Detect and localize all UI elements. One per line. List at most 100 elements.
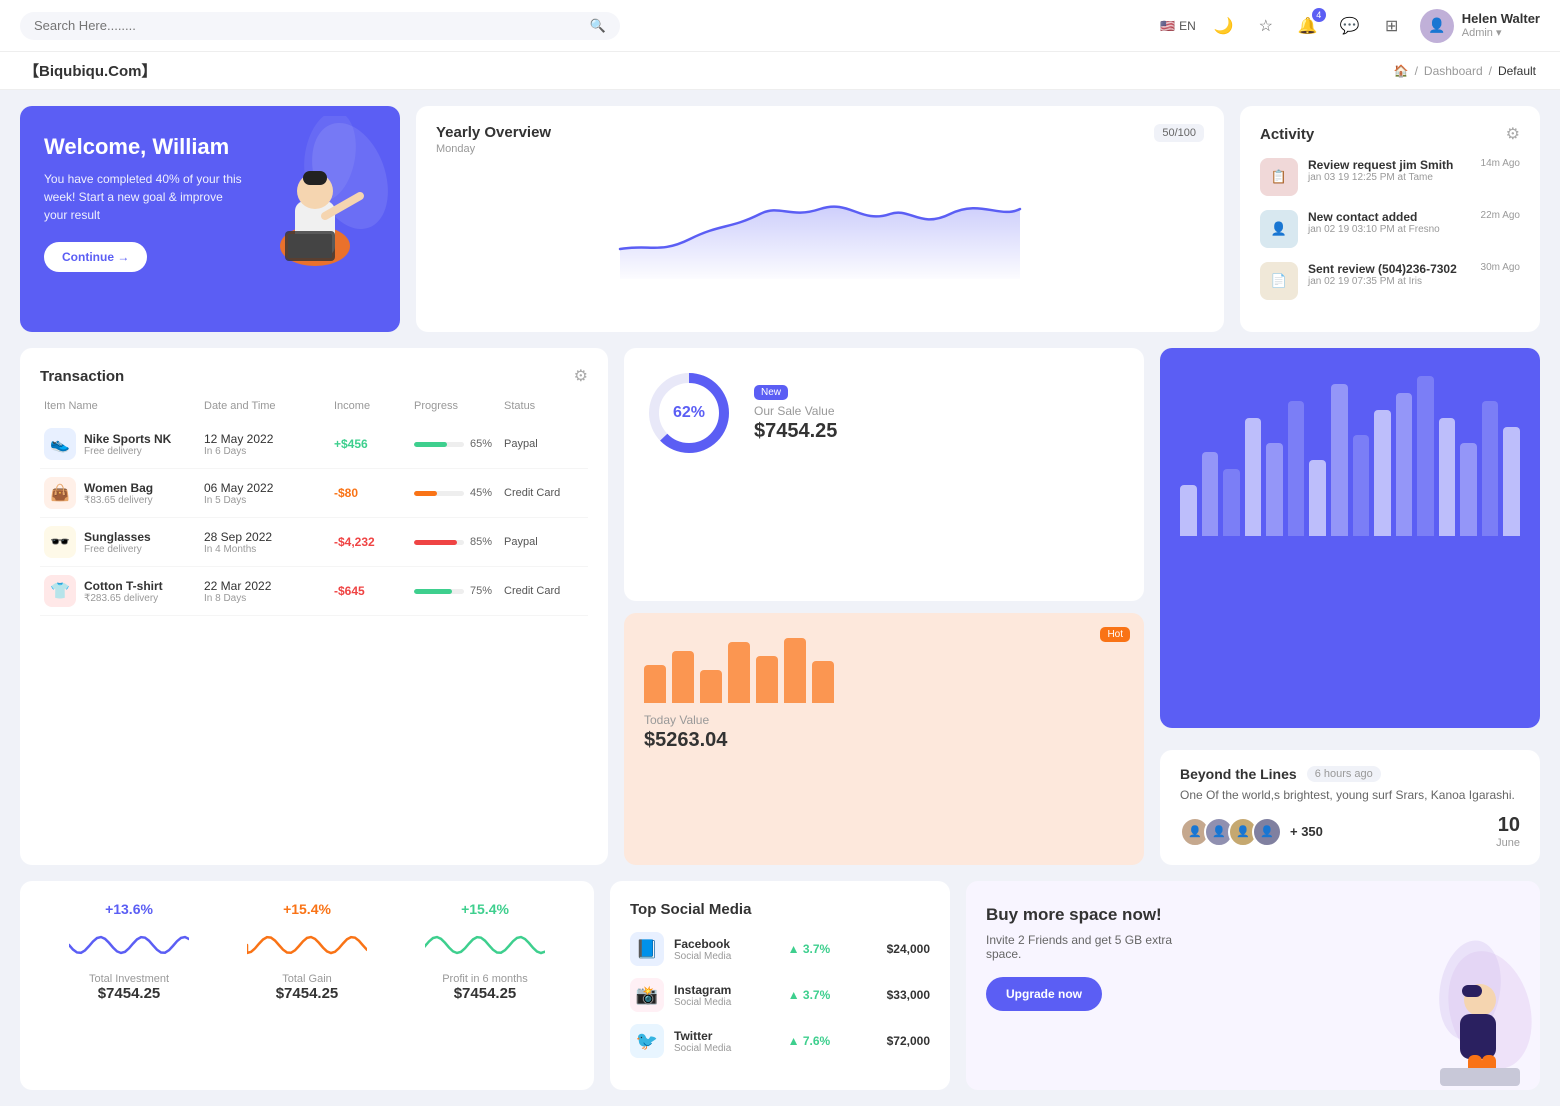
activity-detail: jan 02 19 03:10 PM at Fresno bbox=[1308, 224, 1471, 235]
yearly-badge: 50/100 bbox=[1154, 124, 1204, 142]
continue-button[interactable]: Continue → bbox=[44, 242, 147, 272]
bar-item bbox=[1396, 393, 1413, 536]
activity-detail: jan 03 19 12:25 PM at Tame bbox=[1308, 172, 1471, 183]
search-input[interactable] bbox=[34, 18, 582, 33]
stat-percent: +15.4% bbox=[461, 901, 509, 917]
activity-title: Activity bbox=[1260, 126, 1314, 143]
sale-value: $7454.25 bbox=[754, 420, 837, 443]
social-value: $72,000 bbox=[887, 1034, 930, 1048]
stat-wave bbox=[247, 925, 367, 965]
social-icon: 📘 bbox=[630, 932, 664, 966]
bar-item bbox=[1288, 401, 1305, 536]
progress-bar-bg bbox=[414, 589, 464, 594]
today-bar bbox=[756, 656, 778, 702]
user-text: Helen Walter Admin ▾ bbox=[1462, 11, 1540, 40]
today-bar bbox=[784, 638, 806, 703]
theme-toggle[interactable]: 🌙 bbox=[1210, 12, 1238, 40]
hot-badge: Hot bbox=[1100, 627, 1130, 642]
beyond-time: 6 hours ago bbox=[1307, 766, 1381, 782]
home-icon[interactable]: 🏠 bbox=[1394, 64, 1409, 78]
user-profile[interactable]: 👤 Helen Walter Admin ▾ bbox=[1420, 9, 1540, 43]
user-role: Admin ▾ bbox=[1462, 27, 1540, 40]
breadcrumb-dashboard[interactable]: Dashboard bbox=[1424, 64, 1483, 78]
beyond-title: Beyond the Lines bbox=[1180, 766, 1297, 782]
chat-icon[interactable]: 💬 bbox=[1336, 12, 1364, 40]
bar-item bbox=[1331, 384, 1348, 536]
today-value: $5263.04 bbox=[644, 729, 1124, 752]
date-cell: 28 Sep 2022 In 4 Months bbox=[204, 530, 334, 555]
item-cell: 👜 Women Bag ₹83.65 delivery bbox=[44, 477, 204, 509]
stat-block: +13.6% Total Investment $7454.25 bbox=[40, 901, 218, 1002]
progress-cell: 85% bbox=[414, 536, 504, 548]
today-bar bbox=[672, 651, 694, 702]
social-item: 📸 Instagram Social Media ▲ 3.7% $33,000 bbox=[630, 978, 930, 1012]
yearly-subtitle: Monday bbox=[436, 143, 551, 155]
bar-item bbox=[1460, 443, 1477, 536]
item-name: Nike Sports NK bbox=[84, 432, 171, 446]
social-pct: ▲ 3.7% bbox=[741, 988, 876, 1002]
plus-count: + 350 bbox=[1290, 824, 1323, 839]
progress-bar-fill bbox=[414, 491, 437, 496]
social-sub: Social Media bbox=[674, 1043, 731, 1054]
progress-bar-fill bbox=[414, 589, 452, 594]
col-income: Income bbox=[334, 400, 414, 412]
sale-value-card: 62% New Our Sale Value $7454.25 bbox=[624, 348, 1144, 601]
social-name: Instagram bbox=[674, 983, 731, 997]
avatar-group: 👤 👤 👤 👤 + 350 bbox=[1180, 817, 1323, 847]
table-header: Item Name Date and Time Income Progress … bbox=[40, 400, 588, 412]
donut-percent: 62% bbox=[673, 404, 705, 422]
activity-time: 30m Ago bbox=[1481, 262, 1520, 273]
item-cell: 🕶️ Sunglasses Free delivery bbox=[44, 526, 204, 558]
user-name: Helen Walter bbox=[1462, 11, 1540, 27]
avatar: 👤 bbox=[1420, 9, 1454, 43]
social-icon: 🐦 bbox=[630, 1024, 664, 1058]
bar-item bbox=[1266, 443, 1283, 536]
yearly-overview-card: Yearly Overview Monday 50/100 bbox=[416, 106, 1224, 332]
star-icon[interactable]: ☆ bbox=[1252, 12, 1280, 40]
activity-list: 📋 Review request jim Smith jan 03 19 12:… bbox=[1260, 158, 1520, 300]
transaction-title: Transaction bbox=[40, 368, 124, 385]
search-bar[interactable]: 🔍 bbox=[20, 12, 620, 40]
upgrade-button[interactable]: Upgrade now bbox=[986, 977, 1102, 1011]
upgrade-desc: Invite 2 Friends and get 5 GB extra spac… bbox=[986, 933, 1186, 961]
table-row: 🕶️ Sunglasses Free delivery 28 Sep 2022 … bbox=[40, 518, 588, 567]
stat-percent: +15.4% bbox=[283, 901, 331, 917]
language-selector[interactable]: 🇺🇸 EN bbox=[1160, 19, 1196, 33]
welcome-subtitle: You have completed 40% of your this week… bbox=[44, 170, 244, 224]
date-month: June bbox=[1496, 837, 1520, 849]
social-name: Facebook bbox=[674, 937, 731, 951]
upgrade-title: Buy more space now! bbox=[986, 905, 1186, 925]
bar-item bbox=[1417, 376, 1434, 536]
table-row: 👜 Women Bag ₹83.65 delivery 06 May 2022 … bbox=[40, 469, 588, 518]
item-icon: 🕶️ bbox=[44, 526, 76, 558]
col-status: Status bbox=[504, 400, 584, 412]
expand-icon[interactable]: ⊞ bbox=[1378, 12, 1406, 40]
activity-item: 📋 Review request jim Smith jan 03 19 12:… bbox=[1260, 158, 1520, 196]
stat-value: $7454.25 bbox=[98, 985, 161, 1002]
brand-logo: 【Biqubiqu.Com】 bbox=[24, 60, 156, 81]
beyond-section: Beyond the Lines 6 hours ago One Of the … bbox=[1160, 750, 1540, 865]
activity-settings-icon[interactable]: ⚙ bbox=[1506, 124, 1520, 144]
social-item: 🐦 Twitter Social Media ▲ 7.6% $72,000 bbox=[630, 1024, 930, 1058]
social-title: Top Social Media bbox=[630, 901, 930, 918]
item-cell: 👕 Cotton T-shirt ₹283.65 delivery bbox=[44, 575, 204, 607]
avatar-4: 👤 bbox=[1252, 817, 1282, 847]
activity-thumb: 📋 bbox=[1260, 158, 1298, 196]
item-sub: Free delivery bbox=[84, 544, 151, 555]
yearly-title: Yearly Overview bbox=[436, 124, 551, 141]
item-name: Sunglasses bbox=[84, 530, 151, 544]
donut-chart: 62% bbox=[644, 368, 734, 458]
bar-item bbox=[1374, 410, 1391, 536]
transaction-settings-icon[interactable]: ⚙ bbox=[574, 366, 588, 386]
item-name: Cotton T-shirt bbox=[84, 579, 163, 593]
date-cell: 12 May 2022 In 6 Days bbox=[204, 432, 334, 457]
sale-new-badge: New bbox=[754, 385, 788, 400]
beyond-footer: 👤 👤 👤 👤 + 350 10 June bbox=[1180, 814, 1520, 849]
status-cell: Credit Card bbox=[504, 585, 584, 597]
social-sub: Social Media bbox=[674, 951, 731, 962]
bar-item bbox=[1202, 452, 1219, 536]
activity-content: Review request jim Smith jan 03 19 12:25… bbox=[1308, 158, 1471, 183]
bar-chart-card bbox=[1160, 348, 1540, 728]
sale-info: New Our Sale Value $7454.25 bbox=[754, 383, 837, 443]
notifications-icon[interactable]: 🔔 4 bbox=[1294, 12, 1322, 40]
